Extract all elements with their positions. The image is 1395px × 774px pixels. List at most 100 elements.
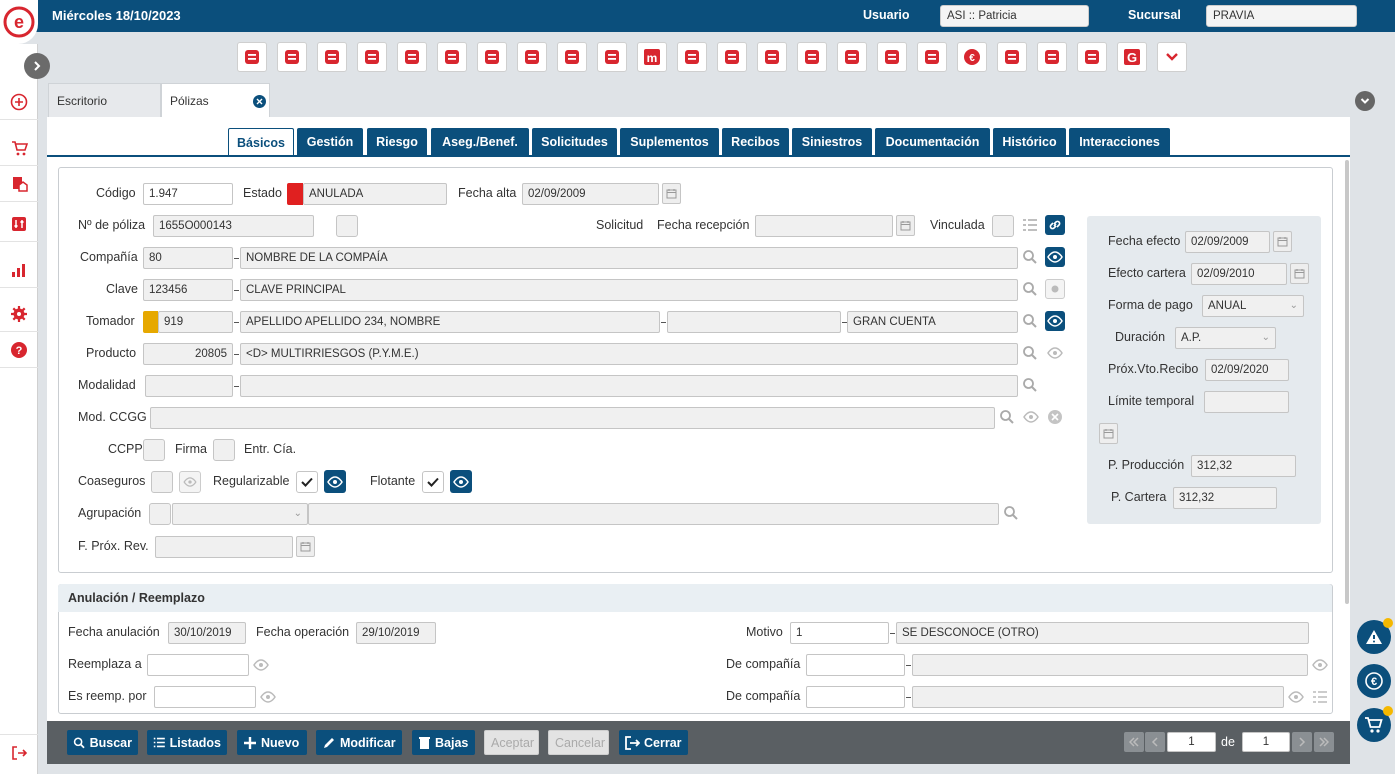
- tomador-group-field[interactable]: GRAN CUENTA: [847, 311, 1018, 333]
- view-icon[interactable]: [1310, 655, 1330, 675]
- gear-icon[interactable]: [0, 296, 38, 332]
- p-cartera-field[interactable]: 312,32: [1173, 487, 1277, 509]
- alerts-button[interactable]: [1357, 618, 1393, 654]
- calendar-icon[interactable]: [296, 536, 315, 557]
- list-check-icon[interactable]: [1020, 215, 1040, 235]
- subtab-riesgo[interactable]: Riesgo: [367, 128, 427, 156]
- listados-button[interactable]: Listados: [147, 730, 227, 755]
- tab-polizas[interactable]: Pólizas: [161, 83, 270, 118]
- flotante-checkbox[interactable]: [422, 471, 444, 493]
- tab-escritorio[interactable]: Escritorio: [48, 83, 161, 118]
- euro-icon[interactable]: €: [957, 42, 987, 72]
- regularizable-checkbox[interactable]: [296, 471, 318, 493]
- tomador-extra-field[interactable]: [667, 311, 841, 333]
- calendar-icon[interactable]: [1290, 263, 1309, 284]
- subtab-suplementos[interactable]: Suplementos: [620, 128, 719, 156]
- de-compania-name-field[interactable]: [912, 686, 1284, 708]
- chevron-down-icon[interactable]: [1157, 42, 1187, 72]
- compania-code-field[interactable]: 80: [143, 247, 233, 269]
- money-icon[interactable]: [517, 42, 547, 72]
- link-icon[interactable]: [1045, 215, 1065, 235]
- agrupacion-select[interactable]: ⌄: [172, 503, 308, 525]
- expand-sidebar-button[interactable]: [24, 53, 50, 79]
- app-logo[interactable]: e: [0, 0, 38, 44]
- search-icon[interactable]: [1020, 375, 1040, 395]
- codigo-field[interactable]: 1.947: [143, 183, 233, 205]
- subtab-histórico[interactable]: Histórico: [993, 128, 1066, 156]
- view-icon[interactable]: [1045, 343, 1065, 363]
- first-page-button[interactable]: [1124, 732, 1144, 752]
- calendar-icon[interactable]: [1099, 423, 1118, 444]
- view-icon[interactable]: [1045, 311, 1065, 331]
- producto-name-field[interactable]: <D> MULTIRRIESGOS (P.Y.M.E.): [240, 343, 1018, 365]
- user-house-icon[interactable]: [917, 42, 947, 72]
- limite-temporal-field[interactable]: [1204, 391, 1289, 413]
- reemplaza-field[interactable]: [147, 654, 249, 676]
- agrupacion-name-field[interactable]: [308, 503, 999, 525]
- last-page-button[interactable]: [1314, 732, 1334, 752]
- subtab-básicos[interactable]: Básicos: [228, 128, 294, 156]
- ccpp-checkbox[interactable]: [143, 439, 165, 461]
- firma-checkbox[interactable]: [213, 439, 235, 461]
- p-produccion-field[interactable]: 312,32: [1191, 455, 1296, 477]
- house-euro-icon[interactable]: [997, 42, 1027, 72]
- buscar-button[interactable]: Buscar: [67, 730, 138, 755]
- house-doc-icon[interactable]: [677, 42, 707, 72]
- cerrar-button[interactable]: Cerrar: [619, 730, 688, 755]
- calendar-icon[interactable]: [896, 215, 915, 236]
- fecha-operacion-field[interactable]: 29/10/2019: [356, 622, 436, 644]
- de-compania-code-field[interactable]: [806, 654, 905, 676]
- subtab-gestión[interactable]: Gestión: [297, 128, 363, 156]
- eye-logo-icon[interactable]: [1077, 42, 1107, 72]
- close-tab-icon[interactable]: [253, 95, 266, 108]
- motivo-code-field[interactable]: 1: [790, 622, 889, 644]
- building-icon[interactable]: [717, 42, 747, 72]
- forma-pago-select[interactable]: ANUAL ⌄: [1202, 295, 1304, 317]
- house-document-icon[interactable]: [0, 166, 38, 202]
- target-icon[interactable]: [477, 42, 507, 72]
- euro-cycle-icon[interactable]: [877, 42, 907, 72]
- nuevo-button[interactable]: Nuevo: [237, 730, 307, 755]
- briefcase-icon[interactable]: [557, 42, 587, 72]
- fprox-field[interactable]: [155, 536, 293, 558]
- cube-icon[interactable]: [237, 42, 267, 72]
- user-field[interactable]: ASI :: Patricia: [940, 5, 1089, 27]
- list-document-icon[interactable]: [397, 42, 427, 72]
- npoliza-field[interactable]: 1655O000143: [153, 215, 314, 237]
- list-check-icon[interactable]: [1310, 687, 1330, 707]
- efecto-cartera-field[interactable]: 02/09/2010: [1191, 263, 1287, 285]
- view-icon[interactable]: [1286, 687, 1306, 707]
- fecha-alta-field[interactable]: 02/09/2009: [522, 183, 659, 205]
- record-dot-icon[interactable]: [1045, 279, 1065, 299]
- aceptar-button[interactable]: Aceptar: [484, 730, 539, 755]
- estado-field[interactable]: ANULADA: [303, 183, 447, 205]
- de-compania-name-field[interactable]: [912, 654, 1308, 676]
- view-icon[interactable]: [258, 687, 278, 707]
- g-logo-icon[interactable]: G: [1117, 42, 1147, 72]
- subtab-interacciones[interactable]: Interacciones: [1069, 128, 1170, 156]
- cart-icon[interactable]: [0, 130, 38, 166]
- bajas-button[interactable]: Bajas: [412, 730, 475, 755]
- subtab-recibos[interactable]: Recibos: [722, 128, 789, 156]
- view-icon[interactable]: [1045, 247, 1065, 267]
- next-page-button[interactable]: [1292, 732, 1312, 752]
- prev-page-button[interactable]: [1145, 732, 1165, 752]
- calendar-icon[interactable]: [662, 183, 681, 204]
- sliders-icon[interactable]: [0, 206, 38, 242]
- modccgg-field[interactable]: [150, 407, 995, 429]
- tomador-name-field[interactable]: APELLIDO APELLIDO 234, NOMBRE: [240, 311, 660, 333]
- fecha-anulacion-field[interactable]: 30/10/2019: [168, 622, 246, 644]
- calendar-icon[interactable]: [1273, 231, 1292, 252]
- de-compania-code-field[interactable]: [806, 686, 905, 708]
- agrupacion-checkbox[interactable]: [149, 503, 171, 525]
- shield-icon[interactable]: [1037, 42, 1067, 72]
- cancelar-button[interactable]: Cancelar: [548, 730, 609, 755]
- modalidad-code-field[interactable]: [145, 375, 233, 397]
- view-icon[interactable]: [450, 470, 472, 493]
- motivo-text-field[interactable]: SE DESCONOCE (OTRO): [896, 622, 1309, 644]
- clear-icon[interactable]: [1045, 407, 1065, 427]
- branch-field[interactable]: PRAVIA: [1206, 5, 1357, 27]
- search-icon[interactable]: [1020, 247, 1040, 267]
- tomador-code-field[interactable]: 919: [158, 311, 233, 333]
- flame-icon[interactable]: [437, 42, 467, 72]
